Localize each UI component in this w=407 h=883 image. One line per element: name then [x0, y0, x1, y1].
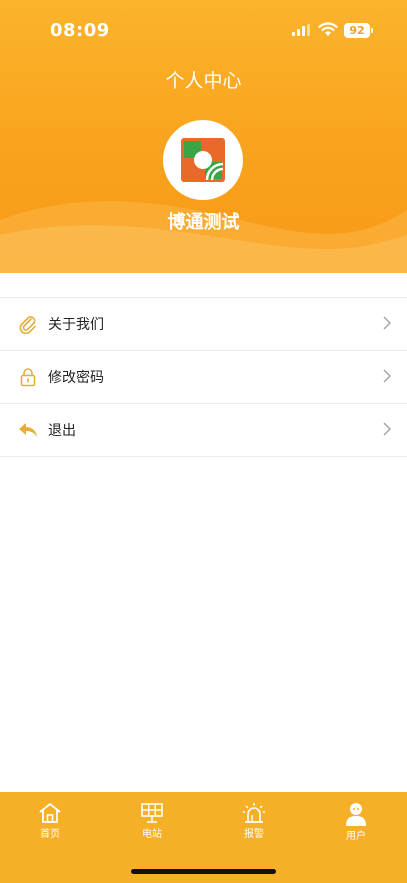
battery-tip — [371, 28, 373, 33]
menu-item-change-password[interactable]: 修改密码 — [0, 351, 407, 404]
reply-icon — [19, 423, 37, 437]
profile-header: 08:09 92 个人中心 博通测试 — [0, 0, 407, 273]
tab-home[interactable]: 首页 — [20, 802, 80, 840]
battery-indicator: 92 — [344, 23, 370, 38]
tab-user[interactable]: 用户 — [326, 802, 386, 842]
menu-item-label: 退出 — [48, 423, 76, 439]
home-indicator — [131, 869, 276, 874]
tab-alarm[interactable]: 报警 — [224, 802, 284, 840]
section-gap — [0, 273, 407, 298]
cellular-signal-icon — [292, 24, 310, 36]
solar-panel-icon — [141, 803, 163, 823]
avatar[interactable] — [163, 120, 243, 200]
status-time: 08:09 — [50, 20, 110, 41]
menu-item-logout[interactable]: 退出 — [0, 404, 407, 457]
page-title: 个人中心 — [165, 70, 242, 92]
chevron-right-icon — [383, 422, 391, 436]
lock-icon — [20, 368, 36, 387]
menu-item-about[interactable]: 关于我们 — [0, 298, 407, 351]
menu-item-label: 修改密码 — [48, 370, 104, 386]
company-logo-icon — [181, 138, 225, 182]
chevron-right-icon — [383, 369, 391, 383]
status-bar: 08:09 92 — [0, 0, 407, 60]
tab-station[interactable]: 电站 — [122, 802, 182, 840]
chevron-right-icon — [383, 316, 391, 330]
menu-item-label: 关于我们 — [48, 317, 104, 333]
username: 博通测试 — [167, 212, 240, 233]
wifi-icon — [318, 22, 338, 36]
tab-label: 首页 — [40, 829, 60, 840]
menu-list: 关于我们 修改密码 退出 — [0, 298, 407, 457]
tab-label: 用户 — [346, 831, 366, 842]
tab-label: 电站 — [142, 829, 162, 840]
user-icon — [346, 803, 366, 826]
paperclip-icon — [19, 316, 36, 334]
home-icon — [39, 803, 61, 823]
tab-label: 报警 — [244, 829, 264, 840]
alarm-icon — [243, 803, 265, 823]
